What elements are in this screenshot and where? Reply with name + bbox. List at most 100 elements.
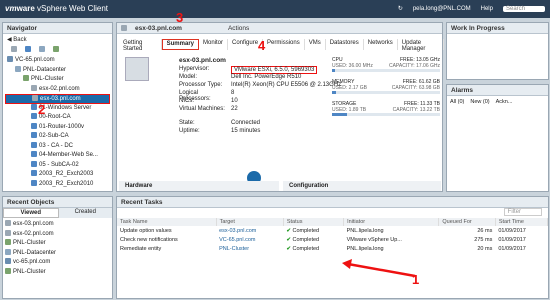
alarm-tabs: All (0) New (0) Ackn... [447,96,548,108]
vm-icon [31,179,37,186]
hypervisor-value: VMware ESXi, 6.5.0, 5969303 [231,66,318,74]
vm-icon [31,141,37,148]
resource-meters: CPU FREE: 13.05 GHz USED: 36.00 MHz CAPACIT… [332,57,440,123]
vms-icon[interactable] [25,46,31,52]
alarms-title: Alarms [447,85,548,96]
host-icon [121,25,127,31]
vm-icon [31,122,37,129]
vm-icon [31,103,37,110]
datacenter-icon [15,65,21,72]
storage-icon[interactable] [39,46,45,52]
tree-item[interactable]: 03 - CA - DC [5,141,110,152]
alarms-panel: Alarms All (0) New (0) Ackn... [446,84,549,192]
tab-created[interactable]: Created [58,208,112,218]
refresh-icon[interactable]: ↻ [398,5,403,12]
tab-viewed[interactable]: Viewed [3,208,59,218]
nav-icons [3,45,112,55]
navigator-title: Navigator [3,23,112,34]
vm-icon [31,160,37,167]
navigator-panel: Navigator ◀ Back VC-65.pnl.com PNL-Datac… [2,22,113,192]
annotation-4: 4 [258,38,266,53]
tab-bar: Getting Started Summary Monitor Configur… [119,39,444,52]
tasks-title: Recent Tasks [117,197,548,208]
detail-row: Uptime: 15 minutes [179,128,261,134]
table-row[interactable]: Remediate entity PNL-Cluster ✔ Completed PN… [117,244,548,253]
tree-item[interactable]: PNL-Cluster [5,75,110,85]
recent-item[interactable]: PNL-Cluster [5,239,110,249]
vm-icon [31,151,37,157]
vcenter-icon [5,258,11,264]
alarm-tab-ack[interactable]: Ackn... [496,99,513,105]
tree-item[interactable]: 02-Sub-CA [5,132,110,142]
tree-item[interactable]: PNL-Datacenter [5,65,110,76]
recent-item[interactable]: vc-65.pnl.com [5,258,110,268]
recent-tabs: Viewed Created [3,208,112,218]
cpu-meter: CPU FREE: 13.05 GHz USED: 36.00 MHz CAPACIT… [332,57,440,79]
top-bar: vmware vSphere Web Client ↻ pela.long@PN… [0,0,550,18]
configuration-section[interactable]: Configuration [283,181,441,191]
tree-item[interactable]: 2003_R2_Exch2003 [5,170,110,180]
tree-item[interactable]: 05 - SubCA-02 [5,160,110,171]
annotation-3: 3 [176,10,184,25]
tab-getting-started[interactable]: Getting Started [119,39,162,52]
host-icon [31,84,37,91]
memory-meter: MEMORY FREE: 61.62 GB USED: 2.17 GB CAPACIT… [332,79,440,101]
recent-item[interactable]: PNL-Datacenter [5,248,110,259]
recent-tasks-panel: Recent Tasks Filter Task Name Target Statu… [116,196,549,299]
tree-item-selected[interactable]: esx-03.pnl.com [5,94,110,104]
storage-meter: STORAGE FREE: 11.33 TB USED: 1.89 TB CAPACI… [332,101,440,123]
user-menu[interactable]: pela.long@PNL.COM [413,6,471,12]
summary-name: esx-03.pnl.com [179,57,226,64]
annotation-2: 2 [38,102,46,117]
vm-icon [31,132,37,138]
tab-vms[interactable]: VMs [305,39,326,50]
table-row[interactable]: Update option values esx-03.pnl.com ✔ Comp… [117,226,548,235]
vm-icon [31,113,37,119]
tree-item[interactable]: 01-Windows Server [5,103,110,114]
table-row[interactable]: Check new notifications VC-65.pnl.com ✔ Co… [117,235,548,244]
annotation-arrow [342,259,416,278]
search-input[interactable]: Search [502,5,545,12]
tab-networks[interactable]: Networks [364,39,398,50]
tasks-table: Task Name Target Status Initiator Queued For… [117,218,549,253]
tree-item[interactable]: VC-65.pnl.com [5,56,110,66]
vm-icon [31,170,37,176]
cluster-icon [23,75,29,81]
host-title: esx-03.pnl.com [135,25,182,32]
work-in-progress-panel: Work In Progress [446,22,549,80]
actions-menu[interactable]: Actions [228,25,249,32]
vcenter-icon [7,56,13,62]
recent-item[interactable]: esx-02.pnl.com [5,229,110,240]
user-area[interactable]: ↻ pela.long@PNL.COM Help Search [398,5,545,12]
network-icon[interactable] [53,46,59,52]
tab-summary[interactable]: Summary [161,39,199,50]
tasks-filter[interactable]: Filter [117,208,548,218]
host-icon [5,220,11,226]
tree-item[interactable]: 00-Root-CA [5,113,110,123]
host-icon [32,95,38,101]
wip-title: Work In Progress [447,23,548,34]
cluster-icon [5,267,11,274]
tree-item[interactable]: 04-Member-Web Se... [5,151,110,161]
tree-item[interactable]: 2003_R2_Exch2010 [5,179,110,190]
recent-item[interactable]: esx-03.pnl.com [5,220,110,230]
tab-monitor[interactable]: Monitor [199,39,229,50]
recent-objects-panel: Recent Objects Viewed Created esx-03.pnl… [2,196,113,299]
datacenter-icon [5,248,11,255]
recent-title: Recent Objects [3,197,112,208]
recent-item[interactable]: PNL-Cluster [5,267,110,278]
tab-datastores[interactable]: Datastores [326,39,364,50]
alarm-tab-all[interactable]: All (0) [450,99,464,105]
hosts-icon[interactable] [11,46,17,52]
help-menu[interactable]: Help [481,6,493,12]
alarm-tab-new[interactable]: New (0) [470,99,489,105]
back-button[interactable]: ◀ Back [3,34,112,45]
tab-permissions[interactable]: Permissions [263,39,305,50]
main-panel: esx-03.pnl.com Actions Getting Started S… [116,22,444,192]
hardware-section[interactable]: Hardware [119,181,279,191]
tab-update-manager[interactable]: Update Manager [398,39,444,52]
tree-item[interactable]: 01-Router-1000v [5,122,110,133]
cluster-icon [5,239,11,245]
main-header: esx-03.pnl.com Actions [117,23,442,34]
tree-item[interactable]: esx-02.pnl.com [5,84,110,95]
